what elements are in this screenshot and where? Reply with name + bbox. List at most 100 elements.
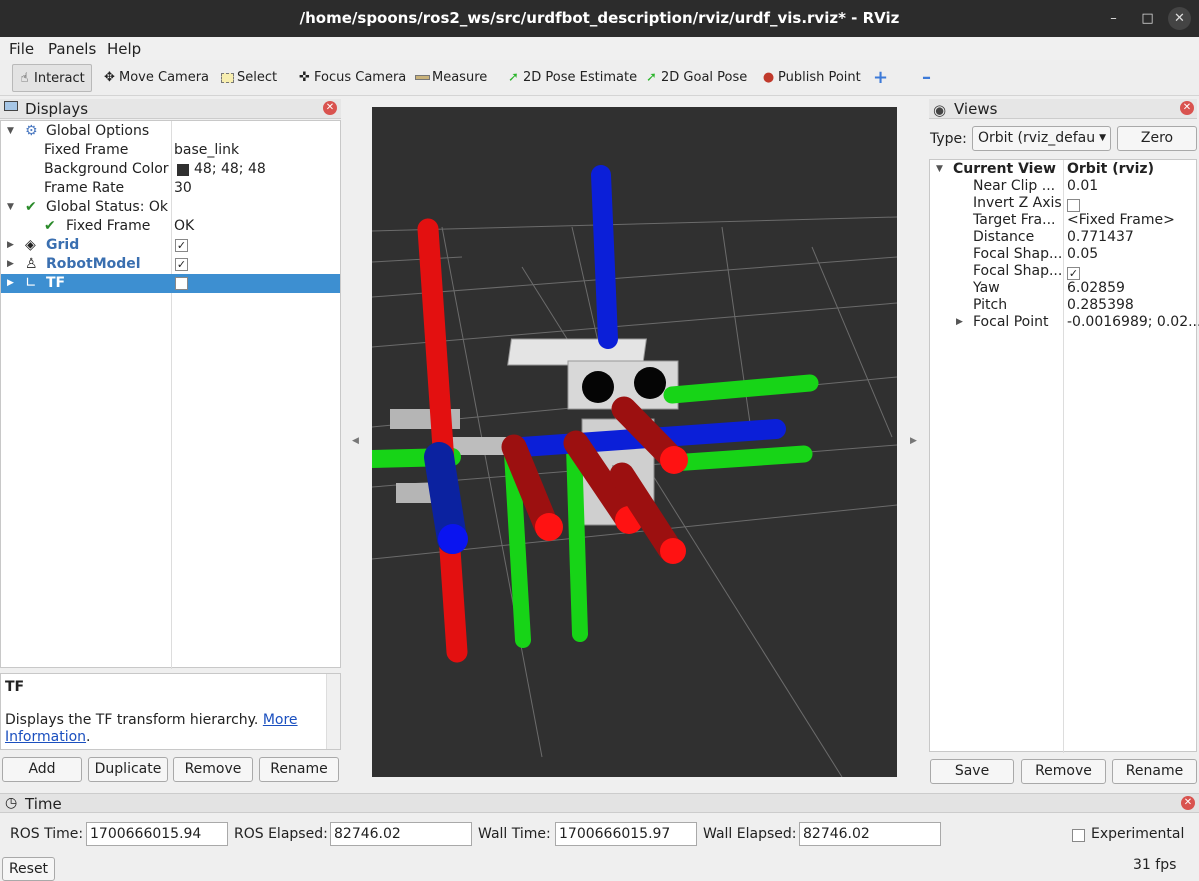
wall-elapsed-field[interactable]: 82746.02 — [799, 822, 941, 846]
rename-display-button[interactable]: Rename — [259, 757, 339, 782]
select-box-icon — [219, 64, 236, 92]
clock-icon: ◷ — [5, 795, 18, 811]
chevron-down-icon[interactable]: ▼ — [7, 202, 14, 212]
minimize-button[interactable]: – — [1102, 7, 1125, 30]
gear-icon: ⚙ — [25, 123, 38, 139]
tf-axes-icon: ∟ — [25, 275, 37, 291]
tree-row-background-color[interactable]: Background Color 48; 48; 48 — [1, 160, 340, 179]
tree-row-grid[interactable]: ▶ ◈ Grid ✓ — [1, 236, 340, 255]
ros-elapsed-field[interactable]: 82746.02 — [330, 822, 472, 846]
add-display-button[interactable]: Add — [2, 757, 82, 782]
chevron-down-icon: ▼ — [1099, 127, 1106, 150]
wall-time-field[interactable]: 1700666015.97 — [555, 822, 697, 846]
description-text: Displays the TF transform hierarchy. Mor… — [5, 712, 298, 745]
add-tool-icon[interactable]: + — [873, 64, 888, 92]
chevron-right-icon[interactable]: ▶ — [7, 278, 14, 288]
ros-time-label: ROS Time: — [10, 826, 84, 842]
views-panel-header: ◉ Views ✕ — [929, 99, 1197, 119]
interact-tool-button[interactable]: ☝ Interact — [12, 64, 92, 92]
menu-help[interactable]: Help — [107, 40, 141, 58]
rename-view-button[interactable]: Rename — [1112, 759, 1197, 784]
chevron-down-icon[interactable]: ▼ — [7, 126, 14, 136]
wall-time-label: Wall Time: — [478, 826, 551, 842]
more-information-link[interactable]: More — [263, 712, 298, 728]
ros-time-field[interactable]: 1700666015.94 — [86, 822, 228, 846]
select-tool-button[interactable]: Select — [219, 64, 277, 92]
checkmark-icon: ✔ — [25, 199, 37, 215]
close-panel-icon[interactable]: ✕ — [1180, 101, 1194, 115]
zero-button[interactable]: Zero — [1117, 126, 1197, 151]
chevron-down-icon[interactable]: ▼ — [936, 164, 943, 174]
menu-panels[interactable]: Panels — [48, 40, 96, 58]
experimental-checkbox[interactable] — [1072, 827, 1085, 843]
tf-axes — [372, 165, 819, 663]
move-camera-tool-button[interactable]: ✥ Move Camera — [101, 64, 209, 92]
duplicate-display-button[interactable]: Duplicate — [88, 757, 168, 782]
wall-elapsed-label: Wall Elapsed: — [703, 826, 797, 842]
maximize-button[interactable]: □ — [1136, 7, 1159, 30]
chevron-right-icon[interactable]: ▶ — [7, 240, 14, 250]
3d-scene[interactable] — [372, 107, 897, 777]
collapse-right-icon[interactable]: ▶ — [910, 436, 917, 446]
green-arrow-icon: ➚ — [646, 70, 657, 85]
tree-row-fixed-frame[interactable]: Fixed Frame base_link — [1, 141, 340, 160]
tree-row-status-fixed-frame[interactable]: ✔ Fixed Frame OK — [1, 217, 340, 236]
close-panel-icon[interactable]: ✕ — [1181, 796, 1195, 810]
ros-elapsed-label: ROS Elapsed: — [234, 826, 328, 842]
displays-tree: ▼ ⚙ Global Options Fixed Frame base_link… — [0, 120, 341, 669]
menu-bar: File Panels Help — [0, 37, 1199, 60]
description-title: TF — [5, 679, 25, 695]
tree-row-global-status[interactable]: ▼ ✔ Global Status: Ok — [1, 198, 340, 217]
description-scrollbar[interactable] — [326, 674, 340, 749]
render-viewport[interactable] — [372, 107, 897, 777]
menu-file[interactable]: File — [9, 40, 34, 58]
move-arrows-icon: ✥ — [104, 70, 115, 85]
displays-panel-header: Displays ✕ — [0, 99, 341, 119]
save-view-button[interactable]: Save — [930, 759, 1014, 784]
measure-tool-button[interactable]: Measure — [414, 64, 487, 92]
checkmark-icon: ✔ — [44, 218, 56, 234]
tree-row-global-options[interactable]: ▼ ⚙ Global Options — [1, 122, 340, 141]
title-bar: /home/spoons/ros2_ws/src/urdfbot_descrip… — [0, 0, 1199, 37]
window-title: /home/spoons/ros2_ws/src/urdfbot_descrip… — [299, 9, 900, 27]
view-type-dropdown[interactable]: Orbit (rviz_defau ▼ — [972, 126, 1111, 151]
robot-icon: ♙ — [25, 256, 38, 272]
focus-camera-tool-button[interactable]: ✜ Focus Camera — [296, 64, 406, 92]
camera-icon: ◉ — [933, 101, 947, 119]
robot-model-enabled-checkbox[interactable]: ✓ — [175, 257, 188, 271]
color-swatch[interactable] — [177, 164, 189, 176]
grid-icon: ◈ — [25, 237, 36, 253]
remove-tool-icon[interactable]: – — [922, 64, 931, 92]
chevron-right-icon[interactable]: ▶ — [956, 317, 963, 327]
hand-pointer-icon: ☝ — [20, 71, 29, 86]
display-description-box: TF Displays the TF transform hierarchy. … — [0, 673, 341, 750]
tool-bar: ☝ Interact ✥ Move Camera Select ✜ Focus Cam… — [0, 60, 1199, 96]
close-button[interactable]: ✕ — [1168, 7, 1191, 30]
chevron-right-icon[interactable]: ▶ — [7, 259, 14, 269]
tree-row-frame-rate[interactable]: Frame Rate 30 — [1, 179, 340, 198]
tf-enabled-checkbox[interactable]: ✓ — [175, 276, 188, 290]
invert-z-axis-checkbox[interactable] — [1067, 198, 1080, 212]
view-prop-row[interactable]: ▶ Focal Point -0.0016989; 0.02... — [930, 313, 1199, 332]
focal-shape-checkbox[interactable]: ✓ — [1067, 266, 1080, 280]
pose-estimate-tool-button[interactable]: ➚ 2D Pose Estimate — [505, 64, 637, 92]
tree-row-robot-model[interactable]: ▶ ♙ RobotModel ✓ — [1, 255, 340, 274]
close-panel-icon[interactable]: ✕ — [323, 101, 337, 115]
green-arrow-icon: ➚ — [508, 70, 519, 85]
remove-view-button[interactable]: Remove — [1021, 759, 1106, 784]
fps-readout: 31 fps — [1133, 857, 1177, 873]
collapse-left-icon[interactable]: ◀ — [352, 436, 359, 446]
monitor-icon — [4, 101, 20, 115]
reset-button[interactable]: Reset — [2, 857, 55, 881]
grid-enabled-checkbox[interactable]: ✓ — [175, 238, 188, 252]
more-information-link-2[interactable]: Information — [5, 729, 86, 745]
remove-display-button[interactable]: Remove — [173, 757, 253, 782]
goal-pose-tool-button[interactable]: ➚ 2D Goal Pose — [643, 64, 747, 92]
tree-row-tf[interactable]: ▶ ∟ TF ✓ — [1, 274, 340, 293]
experimental-label: Experimental — [1091, 826, 1185, 842]
views-panel-title: Views — [954, 100, 998, 118]
crosshair-icon: ✜ — [299, 70, 310, 85]
publish-point-tool-button[interactable]: ● Publish Point — [760, 64, 861, 92]
map-pin-icon: ● — [762, 70, 775, 85]
displays-panel-title: Displays — [25, 100, 89, 118]
